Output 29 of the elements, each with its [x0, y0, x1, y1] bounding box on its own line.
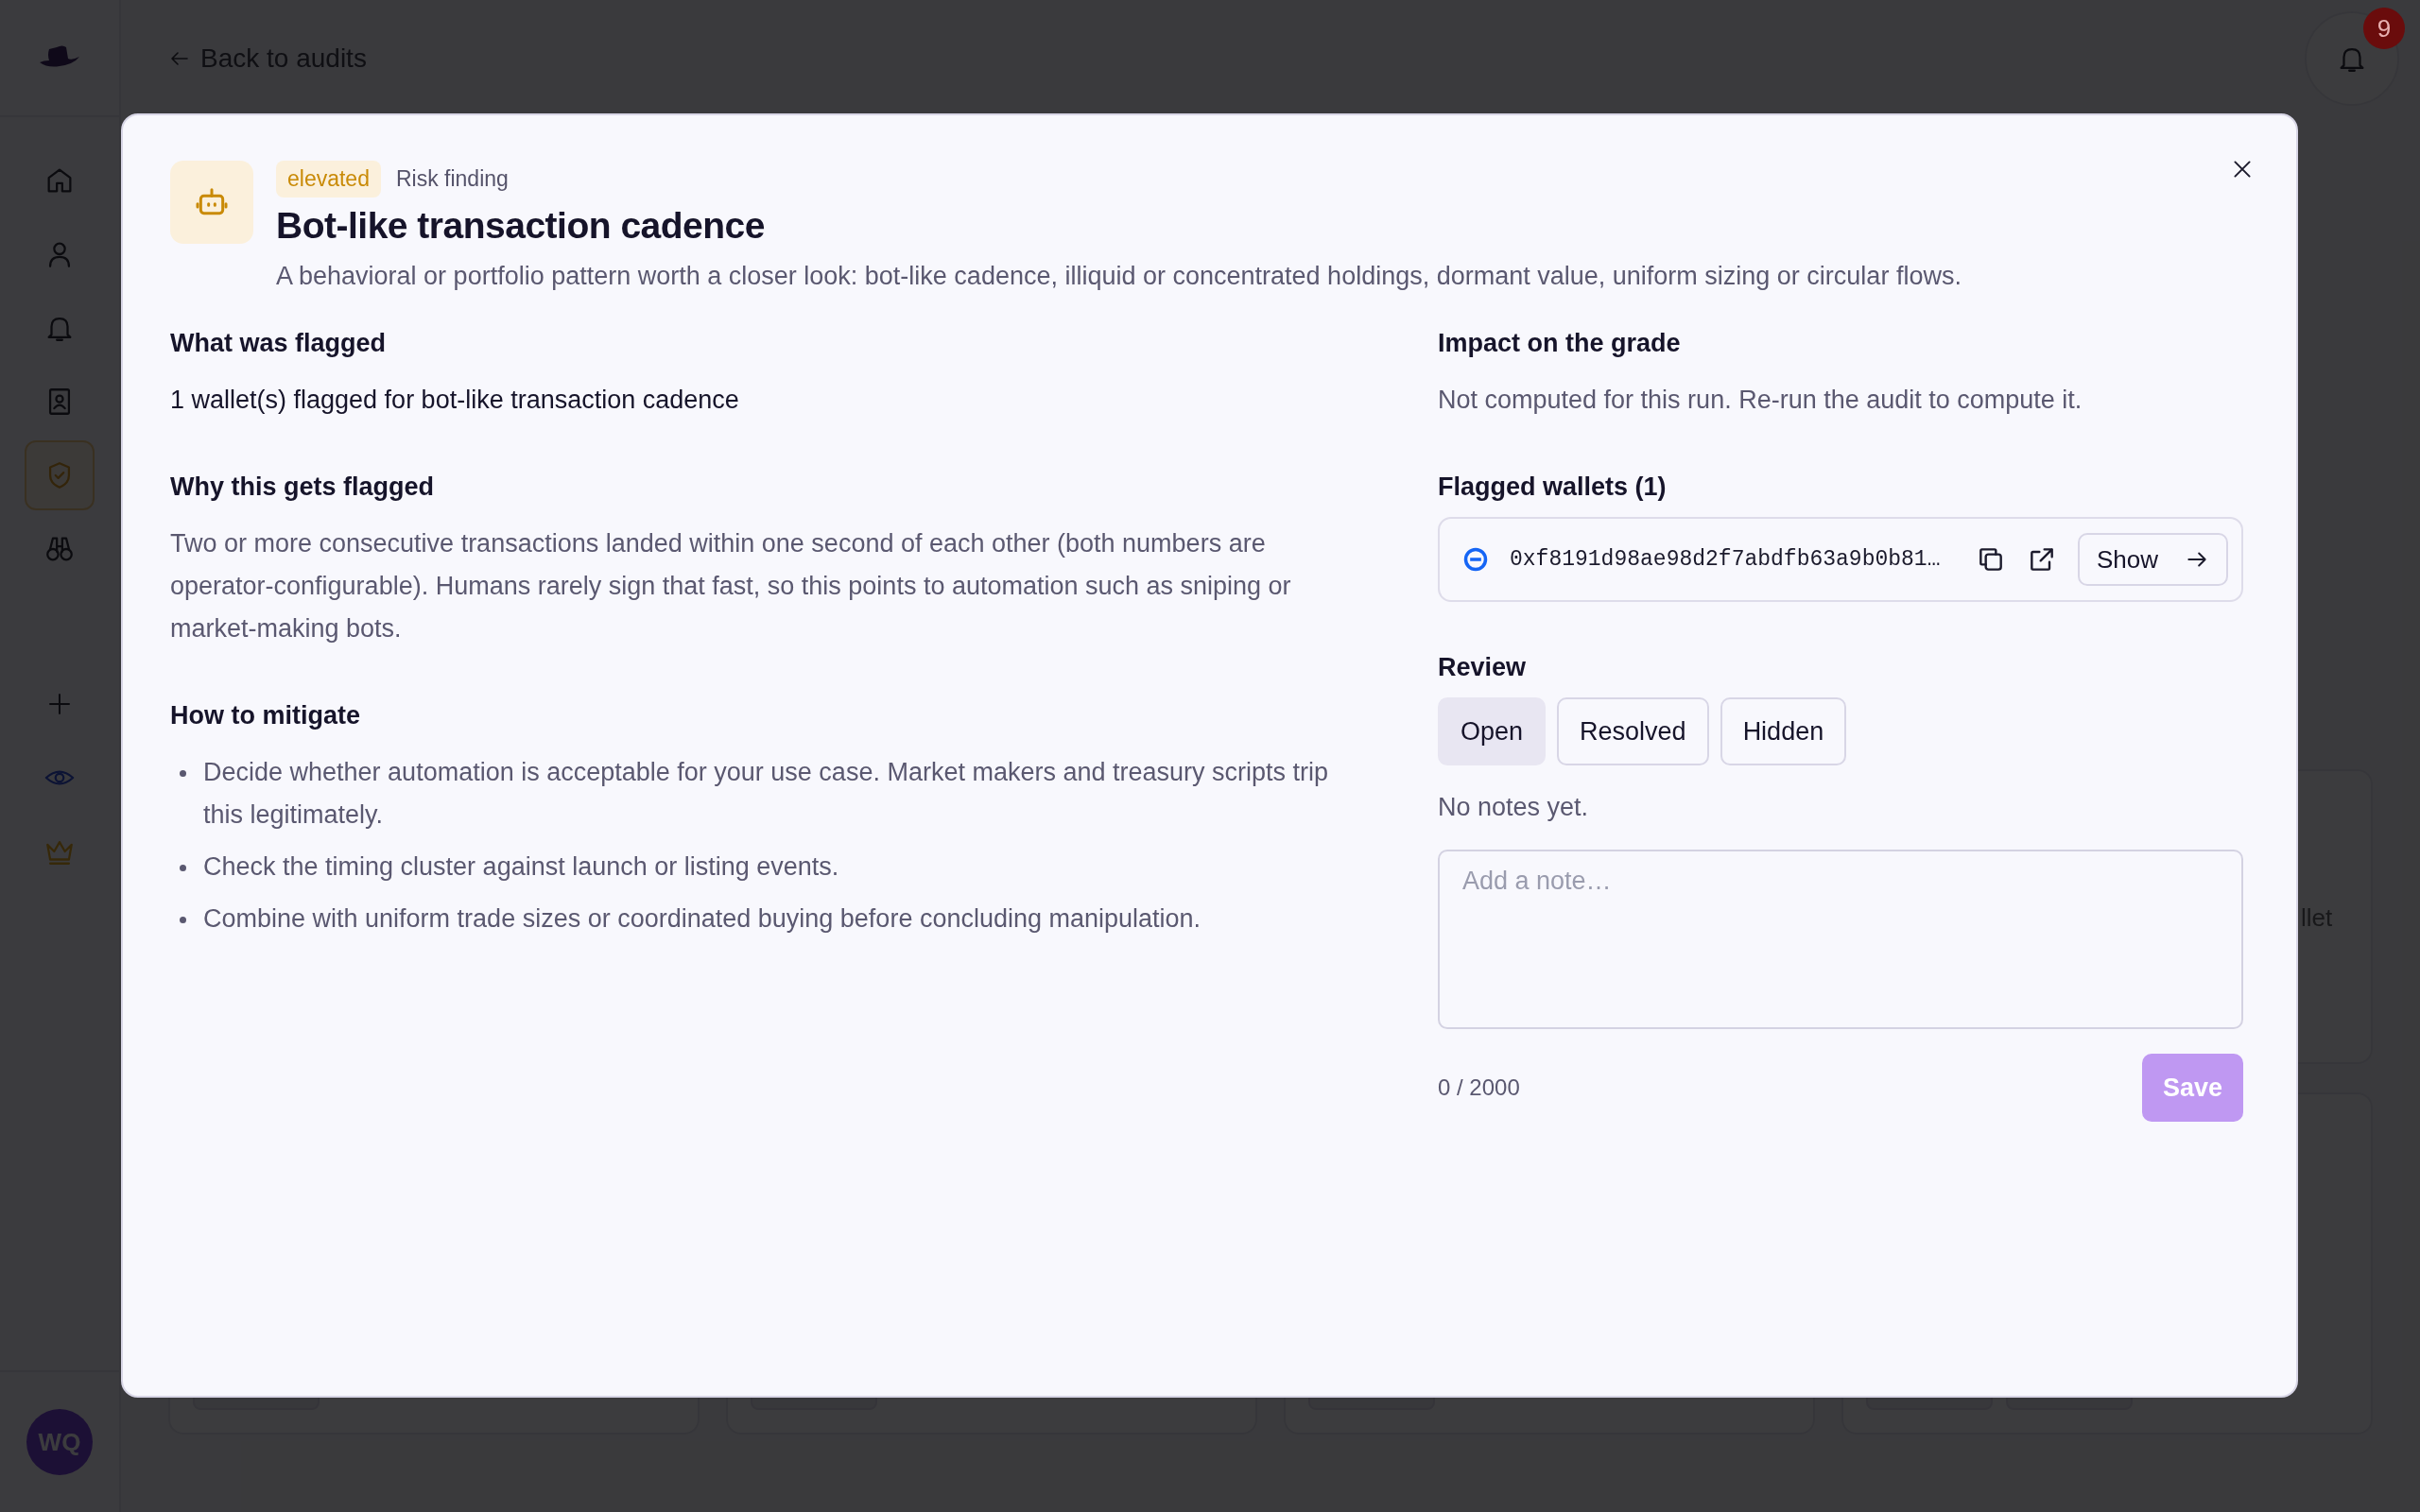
section-heading: Review — [1438, 653, 1528, 682]
character-counter: 0 / 2000 — [1438, 1074, 1520, 1101]
chain-icon — [1462, 546, 1489, 573]
section-paragraph: Two or more consecutive transactions landed within one second of each other (both numbers are operator-configurable). Humans rarely sign that fast, so this points to automation such as sniping or market-making bots. — [170, 528, 1292, 644]
list-item: Combine with uniform trade sizes or coordinated buying before concluding manipulation. — [203, 903, 1201, 935]
section-heading: Why this gets flagged — [170, 472, 436, 502]
section-heading: How to mitigate — [170, 701, 361, 730]
section-text: Not computed for this run. Re-run the audit to compute it. — [1438, 385, 2083, 416]
status-toggle[interactable]: Open — [1438, 697, 1547, 765]
robot-icon — [170, 161, 253, 244]
bullet-icon — [180, 917, 186, 923]
section-heading: What was flagged — [170, 329, 388, 358]
show-button[interactable]: Show — [2077, 533, 2228, 586]
notes-empty-text: No notes yet. — [1438, 792, 1590, 823]
section-heading: Flagged wallets (1) — [1438, 472, 1668, 502]
status-toggle[interactable]: Resolved — [1557, 697, 1709, 765]
list-item: Check the timing cluster against launch or listing events. — [203, 851, 839, 883]
dialog-title: Bot-like transaction cadence — [276, 205, 766, 247]
list-item: Decide whether automation is acceptable for your use case. Market makers and treasury scripts trip this legitimately. — [203, 757, 1330, 831]
bullet-icon — [180, 770, 186, 777]
wallet-address: 0xf8191d98ae98d2f7abdfb63a9b0b81… — [1510, 547, 1942, 572]
section-heading: Impact on the grade — [1438, 329, 1682, 358]
severity-badge: elevated — [276, 161, 381, 198]
note-field[interactable]: Add a note… — [1438, 850, 2243, 1029]
bullet-icon — [180, 865, 186, 871]
category-label: Risk finding — [395, 166, 509, 192]
dialog-description: A behavioral or portfolio pattern worth a closer look: bot-like cadence, illiquid or concentrated holdings, dormant value, uniform sizing or circular flows. — [276, 262, 1962, 291]
section-text: 1 wallet(s) flagged for bot-like transaction cadence — [170, 385, 740, 416]
status-toggle[interactable]: Hidden — [1720, 697, 1847, 765]
